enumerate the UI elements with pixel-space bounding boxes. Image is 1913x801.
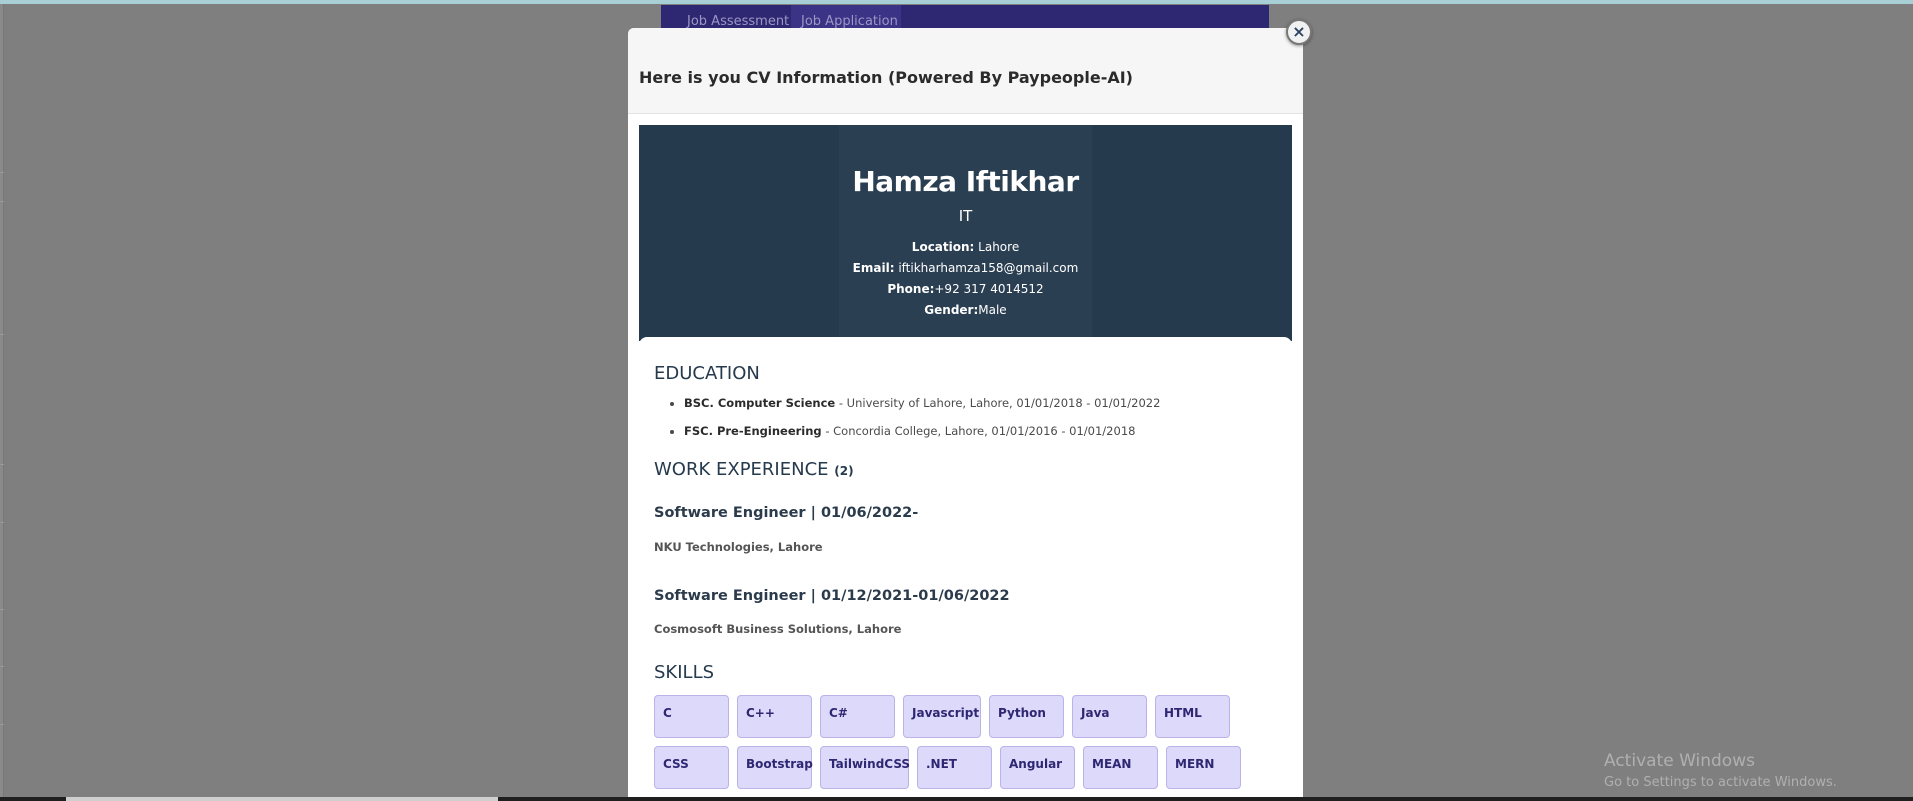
watermark-line1: Activate Windows bbox=[1604, 751, 1755, 771]
modal-header: Here is you CV Information (Powered By P… bbox=[628, 28, 1303, 114]
left-edge-mark bbox=[0, 609, 4, 610]
close-icon[interactable]: × bbox=[1286, 19, 1312, 45]
skill-tag: Java bbox=[1072, 695, 1147, 738]
location-value: Lahore bbox=[974, 240, 1020, 254]
education-list: BSC. Computer Science - University of La… bbox=[684, 395, 1274, 451]
skill-tag: C bbox=[654, 695, 729, 738]
skill-tag: Bootstrap bbox=[737, 746, 813, 789]
candidate-name: Hamza Iftikhar bbox=[852, 165, 1079, 198]
skill-tag: C++ bbox=[737, 695, 812, 738]
gender-line: Gender:Male bbox=[639, 300, 1292, 321]
skill-tag: C# bbox=[820, 695, 895, 738]
watermark-line2: Go to Settings to activate Windows. bbox=[1604, 775, 1837, 790]
cv-header: Hamza Iftikhar IT Location: Lahore Email… bbox=[639, 125, 1292, 341]
windows-activation-watermark: Activate Windows Go to Settings to activ… bbox=[1604, 750, 1837, 792]
browser-top-strip bbox=[0, 0, 1913, 4]
candidate-role: IT bbox=[958, 207, 973, 225]
left-edge-mark bbox=[0, 666, 4, 667]
education-heading: EDUCATION bbox=[654, 363, 760, 384]
left-edge-mark bbox=[0, 724, 4, 725]
skill-tag: MEAN bbox=[1083, 746, 1158, 789]
skills-heading: SKILLS bbox=[654, 662, 715, 683]
phone-line: Phone:+92 317 4014512 bbox=[639, 279, 1292, 300]
work-experience-count: (2) bbox=[834, 464, 854, 478]
contact-info: Location: Lahore Email: iftikharhamza158… bbox=[639, 237, 1292, 321]
skill-tag: TailwindCSS bbox=[820, 746, 910, 789]
email-label: Email: bbox=[852, 261, 895, 275]
phone-label: Phone: bbox=[887, 282, 935, 296]
gender-value: Male bbox=[978, 303, 1007, 317]
email-line: Email: iftikharhamza158@gmail.com bbox=[639, 258, 1292, 279]
education-detail: - Concordia College, Lahore, 01/01/2016 … bbox=[821, 424, 1136, 438]
cv-document: Hamza Iftikhar IT Location: Lahore Email… bbox=[639, 125, 1292, 801]
skill-tag: .NET bbox=[917, 746, 992, 789]
left-edge-mark bbox=[0, 172, 4, 173]
skill-tag: HTML bbox=[1155, 695, 1230, 738]
skill-tag: MERN bbox=[1166, 746, 1241, 789]
taskbar-edge bbox=[0, 797, 1913, 801]
skill-tag: CSS bbox=[654, 746, 729, 789]
education-detail: - University of Lahore, Lahore, 01/01/20… bbox=[835, 396, 1161, 410]
taskbar-segment bbox=[66, 797, 498, 801]
education-degree: FSC. Pre-Engineering bbox=[684, 424, 822, 438]
left-edge-mark bbox=[0, 522, 4, 523]
location-label: Location: bbox=[911, 240, 975, 254]
left-edge-mark bbox=[0, 334, 4, 335]
job-title: Software Engineer | 01/06/2022- bbox=[654, 505, 919, 521]
cv-modal: Here is you CV Information (Powered By P… bbox=[628, 28, 1303, 801]
education-degree: BSC. Computer Science bbox=[684, 396, 836, 410]
job-company: NKU Technologies, Lahore bbox=[654, 540, 823, 554]
modal-title: Here is you CV Information (Powered By P… bbox=[639, 68, 1133, 87]
education-item: BSC. Computer Science - University of La… bbox=[684, 395, 1274, 423]
gender-label: Gender: bbox=[924, 303, 979, 317]
email-value: iftikharhamza158@gmail.com bbox=[894, 261, 1079, 275]
education-item: FSC. Pre-Engineering - Concordia College… bbox=[684, 423, 1274, 451]
phone-value: +92 317 4014512 bbox=[934, 282, 1044, 296]
work-experience-heading: WORK EXPERIENCE (2) bbox=[654, 459, 854, 480]
skill-tag: Javascript bbox=[903, 695, 981, 738]
cv-body: EDUCATION BSC. Computer Science - Univer… bbox=[639, 337, 1292, 801]
location-line: Location: Lahore bbox=[639, 237, 1292, 258]
left-edge-mark bbox=[0, 464, 4, 465]
skill-tag: Python bbox=[989, 695, 1064, 738]
job-title: Software Engineer | 01/12/2021-01/06/202… bbox=[654, 588, 1010, 604]
left-edge-mark bbox=[0, 201, 4, 202]
skill-tag: Angular bbox=[1000, 746, 1075, 789]
left-page-edge bbox=[0, 4, 4, 801]
work-experience-title: WORK EXPERIENCE bbox=[654, 459, 829, 480]
job-company: Cosmosoft Business Solutions, Lahore bbox=[654, 622, 902, 636]
